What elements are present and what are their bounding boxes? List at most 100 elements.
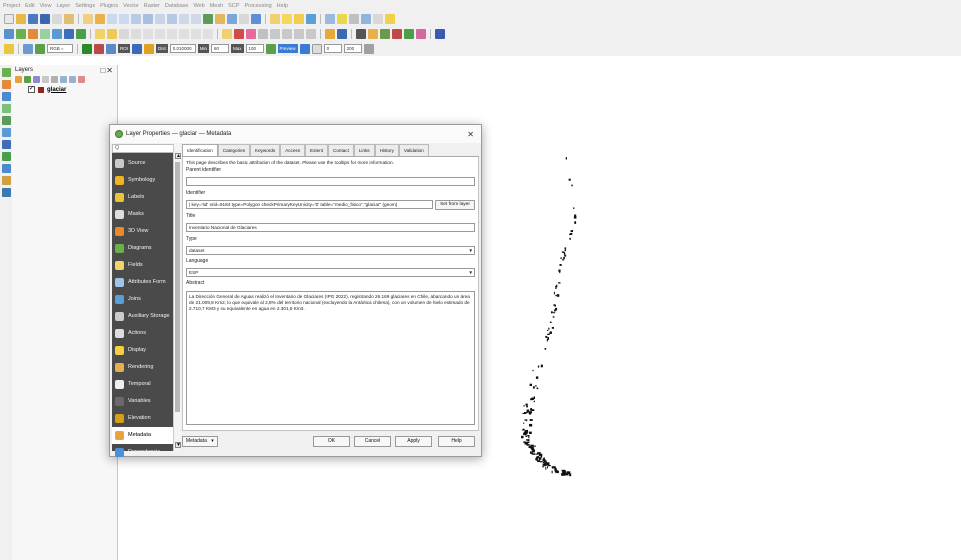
abstract-textarea[interactable]: La Dirección General de Aguas realizó el… bbox=[186, 291, 475, 425]
tab-access[interactable]: Access bbox=[280, 144, 305, 156]
add-raster-icon[interactable] bbox=[28, 28, 38, 39]
menu-item-plugins[interactable]: Plugins bbox=[100, 3, 118, 9]
pan-icon[interactable] bbox=[83, 13, 93, 24]
open-project-icon[interactable] bbox=[16, 13, 26, 24]
menu-item-vector[interactable]: Vector bbox=[123, 3, 139, 9]
move-label-icon[interactable] bbox=[270, 28, 280, 39]
annotation-icon[interactable] bbox=[373, 13, 383, 24]
tab-validation[interactable]: Validation bbox=[398, 144, 429, 156]
add-raster-side-icon[interactable] bbox=[1, 80, 11, 89]
sidebar-item-variables[interactable]: Variables bbox=[112, 393, 175, 410]
scp-roi-zoom-icon[interactable] bbox=[106, 43, 116, 54]
menu-item-edit[interactable]: Edit bbox=[25, 3, 34, 9]
field-calculator-icon[interactable] bbox=[306, 13, 316, 24]
scp-band-calc-icon[interactable] bbox=[392, 28, 402, 39]
scp-tools-icon[interactable] bbox=[368, 28, 378, 39]
label-props-icon[interactable] bbox=[306, 28, 316, 39]
highlight-labels-icon[interactable] bbox=[246, 28, 256, 39]
select-icon[interactable] bbox=[282, 13, 292, 24]
scp-postprocessing-icon[interactable] bbox=[416, 28, 426, 39]
scp-zoom-image-icon[interactable] bbox=[35, 43, 45, 54]
scroll-up-icon[interactable]: ▲ bbox=[175, 153, 181, 159]
scp-input-icon[interactable] bbox=[4, 43, 14, 54]
zoom-out-icon[interactable] bbox=[119, 13, 129, 24]
add-wfs-side-icon[interactable] bbox=[1, 164, 11, 173]
print-layout-icon[interactable] bbox=[52, 13, 62, 24]
menu-item-mesh[interactable]: Mesh bbox=[210, 3, 223, 9]
tab-extent[interactable]: Extent bbox=[305, 144, 329, 156]
add-mesh-side-icon[interactable] bbox=[1, 92, 11, 101]
zoom-last-icon[interactable] bbox=[179, 13, 189, 24]
add-group-icon[interactable] bbox=[24, 76, 31, 83]
menu-item-settings[interactable]: Settings bbox=[75, 3, 95, 9]
refresh-icon[interactable] bbox=[251, 13, 261, 24]
cut-features-icon[interactable] bbox=[155, 28, 165, 39]
menu-item-scp[interactable]: SCP bbox=[228, 3, 239, 9]
filter-expression-icon[interactable] bbox=[51, 76, 58, 83]
filter-legend-icon[interactable] bbox=[42, 76, 49, 83]
scp-home-icon[interactable] bbox=[356, 28, 366, 39]
sidebar-item-symbology[interactable]: Symbology bbox=[112, 172, 175, 189]
new-bookmark-icon[interactable] bbox=[215, 13, 225, 24]
tab-categories[interactable]: Categories bbox=[217, 144, 251, 156]
identify-icon[interactable] bbox=[270, 13, 280, 24]
sidebar-item-dependencie[interactable]: Dependencie bbox=[112, 444, 175, 461]
delete-selected-icon[interactable] bbox=[143, 28, 153, 39]
sidebar-item-source[interactable]: Source bbox=[112, 155, 175, 172]
remove-layer-icon[interactable] bbox=[78, 76, 85, 83]
apply-button[interactable]: Apply bbox=[395, 436, 432, 447]
pin-labels-icon[interactable] bbox=[234, 28, 244, 39]
zoom-native-icon[interactable] bbox=[131, 13, 141, 24]
measure-icon[interactable] bbox=[325, 13, 335, 24]
scp-redo-preview-icon[interactable] bbox=[363, 43, 374, 54]
add-delimited-side-icon[interactable] bbox=[1, 104, 11, 113]
preview-button[interactable]: Preview bbox=[277, 44, 298, 53]
tab-keywords[interactable]: Keywords bbox=[250, 144, 281, 156]
sidebar-item-temporal[interactable]: Temporal bbox=[112, 376, 175, 393]
new-project-icon[interactable] bbox=[4, 13, 14, 24]
copy-features-icon[interactable] bbox=[167, 28, 177, 39]
style-manager-icon[interactable] bbox=[15, 76, 22, 83]
layout-manager-icon[interactable] bbox=[64, 13, 74, 24]
tab-contact[interactable]: Contact bbox=[328, 144, 354, 156]
add-wms-icon[interactable] bbox=[76, 28, 86, 39]
scroll-down-icon[interactable]: ▼ bbox=[175, 442, 181, 448]
scp-settings-icon[interactable] bbox=[435, 28, 445, 39]
zoom-next-icon[interactable] bbox=[191, 13, 201, 24]
change-label-icon[interactable] bbox=[294, 28, 304, 39]
digitize-icon[interactable] bbox=[107, 28, 117, 39]
language-select[interactable]: ESP ▼ bbox=[186, 268, 475, 277]
dialog-close-icon[interactable]: ✕ bbox=[467, 130, 474, 139]
cancel-button[interactable]: Cancel bbox=[354, 436, 391, 447]
new-map-view-icon[interactable] bbox=[203, 13, 213, 24]
roi-button[interactable]: ROI bbox=[118, 44, 131, 53]
deselect-icon[interactable] bbox=[294, 13, 304, 24]
dist-input[interactable]: 0.010000 bbox=[169, 44, 196, 53]
vertex-tool-icon[interactable] bbox=[131, 28, 141, 39]
attribute-table-icon[interactable] bbox=[361, 13, 371, 24]
preview-size-input-1[interactable]: 0 bbox=[323, 44, 342, 53]
save-project-icon[interactable] bbox=[28, 13, 38, 24]
tab-identification[interactable]: Identification bbox=[182, 144, 218, 156]
type-select[interactable]: dataset ▼ bbox=[186, 246, 475, 255]
sidebar-item-elevation[interactable]: Elevation bbox=[112, 410, 175, 427]
add-postgis-icon[interactable] bbox=[64, 28, 74, 39]
add-feature-icon[interactable] bbox=[119, 28, 129, 39]
menu-item-database[interactable]: Database bbox=[165, 3, 189, 9]
scp-dock-icon[interactable] bbox=[325, 28, 335, 39]
show-bookmarks-icon[interactable] bbox=[227, 13, 237, 24]
sidebar-item-attributes-form[interactable]: Attributes Form bbox=[112, 274, 175, 291]
save-as-icon[interactable] bbox=[40, 13, 50, 24]
rgb-combo[interactable]: RGB = bbox=[47, 44, 73, 53]
ok-button[interactable]: OK bbox=[313, 436, 350, 447]
sidebar-item-diagrams[interactable]: Diagrams bbox=[112, 240, 175, 257]
scp-preprocessing-icon[interactable] bbox=[380, 28, 390, 39]
sidebar-item-fields[interactable]: Fields bbox=[112, 257, 175, 274]
add-wcs-side-icon[interactable] bbox=[1, 176, 11, 185]
zoom-in-icon[interactable] bbox=[107, 13, 117, 24]
manage-map-themes-icon[interactable] bbox=[33, 76, 40, 83]
tips-icon[interactable] bbox=[385, 13, 395, 24]
rotate-label-icon[interactable] bbox=[282, 28, 292, 39]
zoom-full-icon[interactable] bbox=[143, 13, 153, 24]
add-spatialite-icon[interactable] bbox=[52, 28, 62, 39]
